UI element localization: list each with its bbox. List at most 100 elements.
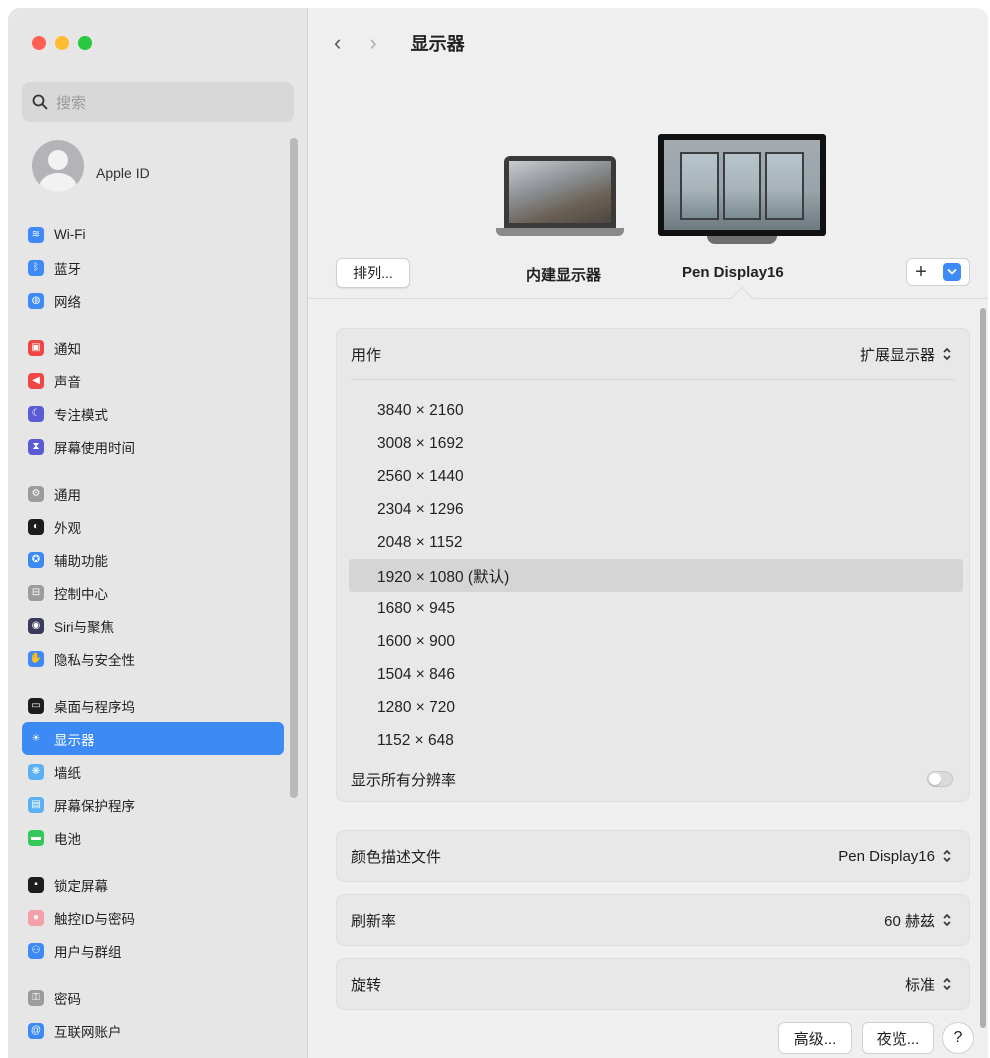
resolution-option[interactable]: 3840 × 2160	[349, 394, 963, 427]
use-as-row[interactable]: 用作 扩展显示器	[337, 329, 969, 379]
display-arrangement: 排列... 内建显示器 Pen Display16 +	[308, 98, 988, 298]
sidebar-item[interactable]: ⚿ 密码	[22, 981, 284, 1014]
resolution-option[interactable]: 1680 × 945	[349, 592, 963, 625]
sidebar-group: ≋ Wi-Fi ᛒ 蓝牙 ◍ 网络	[22, 218, 284, 317]
sidebar-item[interactable]: ▣ 通知	[22, 331, 284, 364]
color-profile-select[interactable]: Pen Display16	[838, 848, 953, 865]
builtin-display-thumbnail[interactable]	[496, 156, 624, 236]
resolution-option[interactable]: 1600 × 900	[349, 625, 963, 658]
moon-icon: ☾	[28, 405, 44, 422]
sidebar-item-label: 控制中心	[54, 586, 108, 602]
night-shift-button[interactable]: 夜览...	[862, 1022, 934, 1054]
sidebar-item-label: 显示器	[54, 732, 95, 748]
rotation-label: 旋转	[351, 976, 382, 994]
rotation-select[interactable]: 标准	[905, 974, 953, 995]
sidebar-item[interactable]: ◐ 外观	[22, 510, 284, 543]
close-button[interactable]	[32, 36, 46, 50]
sidebar-item-label: 屏幕使用时间	[54, 440, 135, 456]
dock-icon: ▭	[28, 697, 44, 714]
help-button[interactable]: ?	[942, 1022, 974, 1054]
minimize-button[interactable]	[55, 36, 69, 50]
system-settings-window: 搜索 Apple ID ≋ Wi-Fi ᛒ 蓝牙 ◍ 网络 ▣ 通知 ◀ 声音 ☾ 专注模式 ⧗ 屏幕使用…	[8, 8, 988, 1058]
sidebar-item[interactable]: ▪ 锁定屏幕	[22, 868, 284, 901]
resolution-option[interactable]: 2304 × 1296	[349, 493, 963, 526]
rotation-value: 标准	[904, 976, 935, 994]
refresh-rate-card: 刷新率 60 赫兹	[336, 894, 970, 946]
updown-chevron-icon	[943, 849, 951, 863]
resolution-option[interactable]: 1920 × 1080 (默认)	[349, 559, 963, 592]
users-icon: ⚇	[28, 942, 44, 959]
sidebar-item[interactable]: ⚇ 用户与群组	[22, 934, 284, 967]
sidebar-item[interactable]: ⧗ 屏幕使用时间	[22, 430, 284, 463]
sidebar-item[interactable]: ❋ 墙纸	[22, 755, 284, 788]
refresh-rate-row[interactable]: 刷新率 60 赫兹	[337, 895, 969, 945]
add-display-control[interactable]: +	[906, 258, 970, 286]
color-profile-label: 颜色描述文件	[351, 848, 442, 866]
use-as-select[interactable]: 扩展显示器	[860, 344, 953, 365]
sidebar-item[interactable]: ✪ 辅助功能	[22, 543, 284, 576]
resolution-option[interactable]: 1504 × 846	[349, 658, 963, 691]
chevron-down-icon[interactable]	[942, 263, 961, 281]
sidebar-group: ⚙ 通用 ◐ 外观 ✪ 辅助功能 ⊟ 控制中心 ◉ Siri与聚焦 ✋ 隐私与安全性	[22, 477, 284, 675]
sidebar-group: ⚿ 密码 @ 互联网账户	[22, 981, 284, 1047]
sidebar-item[interactable]: ◍ 网络	[22, 284, 284, 317]
sidebar-item[interactable]: ⚙ 通用	[22, 477, 284, 510]
apple-id-item[interactable]: Apple ID	[32, 140, 150, 192]
sidebar-group: ▣ 通知 ◀ 声音 ☾ 专注模式 ⧗ 屏幕使用时间	[22, 331, 284, 463]
sidebar-item[interactable]: ▭ 桌面与程序坞	[22, 689, 284, 722]
resolution-option[interactable]: 2560 × 1440	[349, 460, 963, 493]
rotation-card: 旋转 标准	[336, 958, 970, 1010]
builtin-display-label[interactable]: 内建显示器	[526, 264, 601, 285]
rotation-row[interactable]: 旋转 标准	[337, 959, 969, 1009]
sidebar-item[interactable]: ✋ 隐私与安全性	[22, 642, 284, 675]
display-icon: ☀	[28, 730, 44, 747]
external-display-thumbnail[interactable]	[658, 134, 826, 244]
control-center-icon: ⊟	[28, 584, 44, 601]
sidebar-item-label: 墙纸	[54, 765, 81, 781]
forward-button[interactable]: ›	[369, 32, 376, 54]
resolution-option[interactable]: 1280 × 720	[349, 691, 963, 724]
main-pane: ‹ › 显示器 排列... 内建显示器 Pen Display16 + 用作 扩…	[308, 8, 988, 1058]
back-button[interactable]: ‹	[334, 32, 341, 54]
resolution-option[interactable]: 1152 × 648	[349, 724, 963, 757]
sidebar-item-label: Siri与聚焦	[54, 619, 114, 635]
sidebar-group: ▪ 锁定屏幕 ● 触控ID与密码 ⚇ 用户与群组	[22, 868, 284, 967]
siri-icon: ◉	[28, 617, 44, 634]
gear-icon: ⚙	[28, 485, 44, 502]
sidebar-item[interactable]: @ 互联网账户	[22, 1014, 284, 1047]
sidebar-item[interactable]: ☀ 显示器	[22, 722, 284, 755]
sidebar-item-label: Wi-Fi	[54, 227, 86, 242]
sidebar-scrollbar[interactable]	[290, 138, 298, 798]
advanced-button[interactable]: 高级...	[778, 1022, 852, 1054]
resolution-option[interactable]: 2048 × 1152	[349, 526, 963, 559]
sidebar-item[interactable]: ☾ 专注模式	[22, 397, 284, 430]
arrangement-divider	[308, 298, 988, 299]
updown-chevron-icon	[943, 913, 951, 927]
sidebar-item[interactable]: ≋ Wi-Fi	[22, 218, 284, 251]
sidebar-item[interactable]: ⊟ 控制中心	[22, 576, 284, 609]
refresh-rate-value: 60 赫兹	[884, 912, 935, 930]
sidebar-item[interactable]: ● 触控ID与密码	[22, 901, 284, 934]
resolution-option[interactable]: 3008 × 1692	[349, 427, 963, 460]
main-scrollbar[interactable]	[980, 308, 986, 1028]
sidebar-item[interactable]: ᛒ 蓝牙	[22, 251, 284, 284]
refresh-rate-select[interactable]: 60 赫兹	[884, 910, 953, 931]
sidebar-item[interactable]: ◀ 声音	[22, 364, 284, 397]
sidebar-item-label: 通用	[54, 487, 81, 503]
show-all-toggle[interactable]	[927, 771, 953, 787]
zoom-button[interactable]	[78, 36, 92, 50]
sidebar-item[interactable]: ▤ 屏幕保护程序	[22, 788, 284, 821]
sidebar-item-label: 密码	[54, 991, 81, 1007]
show-all-resolutions-row: 显示所有分辨率	[337, 757, 969, 801]
external-display-label[interactable]: Pen Display16	[682, 264, 784, 281]
sidebar-item[interactable]: ◉ Siri与聚焦	[22, 609, 284, 642]
globe-icon: ◍	[28, 292, 44, 309]
refresh-rate-label: 刷新率	[351, 912, 397, 930]
color-profile-row[interactable]: 颜色描述文件 Pen Display16	[337, 831, 969, 881]
search-field[interactable]: 搜索	[22, 82, 294, 122]
sidebar-item[interactable]: ▬ 电池	[22, 821, 284, 854]
sidebar-item-label: 隐私与安全性	[54, 652, 135, 668]
battery-icon: ▬	[28, 829, 44, 846]
page-title: 显示器	[410, 34, 465, 54]
arrange-button[interactable]: 排列...	[336, 258, 410, 288]
